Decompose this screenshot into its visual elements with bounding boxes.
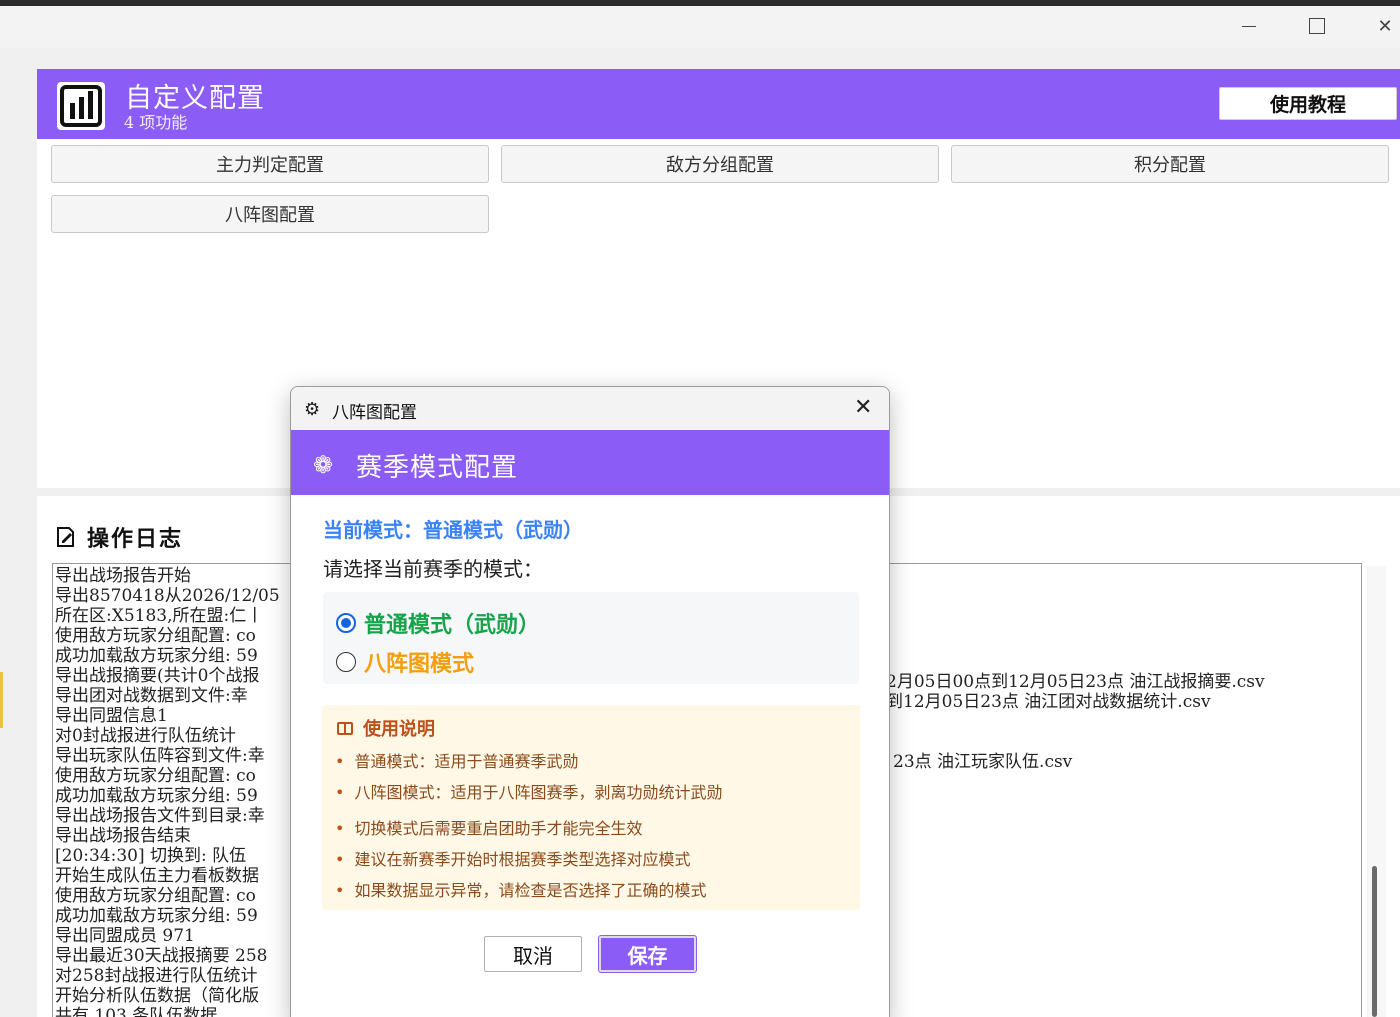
dialog-title: 八阵图配置 [332, 403, 417, 423]
feature-count: 4 项功能 [124, 113, 188, 132]
radio-label: 八阵图模式 [364, 651, 475, 677]
score-config-button[interactable]: 积分配置 [951, 145, 1389, 183]
minimize-icon[interactable] [1226, 6, 1272, 46]
radio-bazhentu-mode[interactable]: 八阵图模式 [336, 646, 474, 678]
close-icon[interactable] [1362, 6, 1400, 46]
maximize-icon[interactable] [1294, 6, 1340, 46]
bazhentu-config-button[interactable]: 八阵图配置 [51, 195, 489, 233]
window-titlebar [0, 6, 1400, 48]
log-fragment: 23点 油江玩家队伍.csv [893, 752, 1073, 772]
log-fragment: 到12月05日23点 油江团对战数据统计.csv [886, 692, 1211, 712]
log-header: 操作日志 [55, 521, 183, 553]
book-icon [337, 721, 353, 735]
radio-checked-icon[interactable] [336, 613, 356, 633]
flower-gear-icon: ❁ [313, 451, 334, 479]
help-title: 使用说明 [337, 715, 435, 741]
help-item: • 切换模式后需要重启团助手才能完全生效 [335, 819, 643, 838]
help-item: • 如果数据显示异常，请检查是否选择了正确的模式 [335, 881, 707, 900]
cancel-button[interactable]: 取消 [484, 936, 582, 972]
tutorial-button[interactable]: 使用教程 [1219, 87, 1397, 120]
help-title-text: 使用说明 [363, 719, 435, 740]
main-force-config-button[interactable]: 主力判定配置 [51, 145, 489, 183]
current-mode-label: 当前模式：普通模式（武勋） [323, 518, 583, 542]
help-item: • 普通模式：适用于普通赛季武勋 [335, 752, 579, 771]
help-item: • 八阵图模式：适用于八阵图赛季，剥离功勋统计武勋 [335, 783, 723, 802]
bar-chart-icon [57, 82, 105, 130]
radio-unchecked-icon[interactable] [336, 652, 356, 672]
mode-prompt: 请选择当前赛季的模式： [323, 557, 543, 581]
help-item: • 建议在新赛季开始时根据赛季类型选择对应模式 [335, 850, 691, 869]
gear-icon: ⚙ [304, 399, 321, 420]
dialog-banner-title: 赛季模式配置 [356, 453, 519, 483]
dialog-close-icon[interactable]: ✕ [854, 395, 872, 420]
side-accent [0, 672, 3, 728]
radio-label: 普通模式（武勋） [364, 612, 541, 638]
log-title: 操作日志 [87, 526, 184, 552]
edit-note-icon [57, 527, 74, 547]
enemy-group-config-button[interactable]: 敌方分组配置 [501, 145, 939, 183]
bazhentu-config-dialog: ⚙ 八阵图配置 ✕ ❁ 赛季模式配置 当前模式：普通模式（武勋） 请选择当前赛季… [290, 386, 890, 1017]
log-scroll-thumb[interactable] [1372, 866, 1377, 1017]
save-button[interactable]: 保存 [598, 935, 697, 973]
radio-normal-mode[interactable]: 普通模式（武勋） [336, 607, 540, 639]
